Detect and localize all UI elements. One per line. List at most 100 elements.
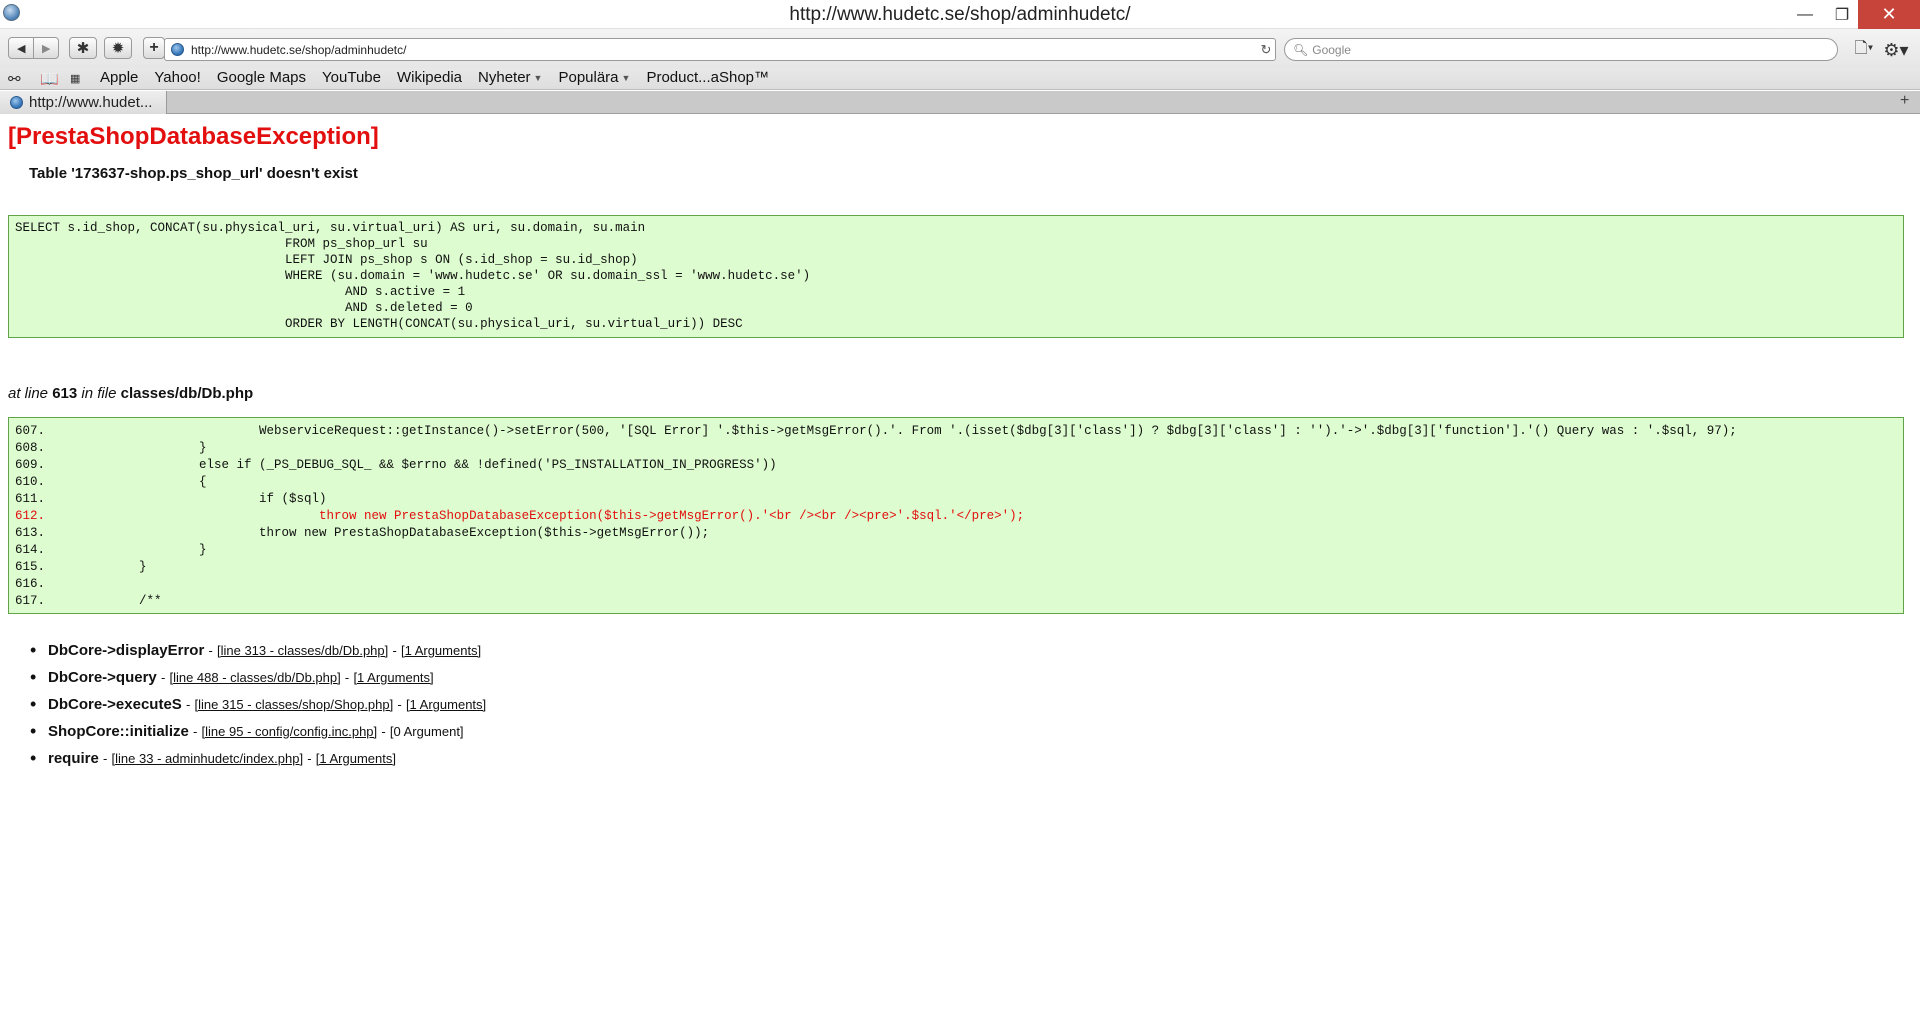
line-number: 608. [15, 441, 46, 455]
page-menu-button[interactable]: 🗋▾ [1851, 39, 1877, 61]
trace-location-link[interactable]: [line 313 - classes/db/Db.php] [217, 643, 388, 658]
trace-arguments-link[interactable]: [1 Arguments] [406, 697, 486, 712]
stack-trace: DbCore->displayError - [line 313 - class… [30, 640, 486, 777]
tab-active[interactable]: http://www.hudet... [0, 91, 167, 114]
bookmark-folder-nyheter[interactable]: Nyheter ▼ [478, 69, 542, 86]
trace-function: DbCore->displayError [48, 642, 205, 659]
back-button[interactable]: ◀ [9, 38, 33, 58]
code-line: 616. [15, 576, 1897, 593]
code-line: 615. } [15, 559, 1897, 576]
bookmark-prestashop[interactable]: Product...aShop™ [646, 69, 769, 86]
search-bar[interactable]: 🔍︎ [1284, 38, 1838, 61]
line-number: 612. [15, 509, 46, 523]
line-code: } [79, 543, 207, 557]
trace-function: DbCore->executeS [48, 696, 182, 713]
source-code-box: 607. WebserviceRequest::getInstance()->s… [8, 417, 1904, 614]
line-number: 611. [15, 492, 46, 506]
code-line: 610. { [15, 474, 1897, 491]
code-line: 614. } [15, 542, 1897, 559]
trace-location-link[interactable]: [line 95 - config/config.inc.php] [202, 724, 378, 739]
new-tab-button[interactable]: + [1900, 92, 1909, 110]
sql-query-box: SELECT s.id_shop, CONCAT(su.physical_uri… [8, 215, 1904, 338]
bookmarks-bar: ⚯ 📖 ▦ Apple Yahoo! Google Maps YouTube W… [0, 68, 1920, 90]
tab-label: http://www.hudet... [29, 94, 153, 111]
trace-arguments-link[interactable]: [1 Arguments] [353, 670, 433, 685]
trace-separator: - [344, 670, 350, 685]
extension-button[interactable]: ✹ [104, 37, 132, 59]
trace-item: DbCore->displayError - [line 313 - class… [30, 640, 486, 669]
bookmark-yahoo[interactable]: Yahoo! [154, 69, 200, 86]
tab-bar: http://www.hudet... + [0, 91, 1920, 114]
forward-button[interactable]: ▶ [33, 38, 58, 58]
bookmark-wikipedia[interactable]: Wikipedia [397, 69, 462, 86]
location-prefix: at line [8, 385, 49, 402]
window-titlebar: http://www.hudetc.se/shop/adminhudetc/ —… [0, 0, 1920, 29]
maximize-button[interactable]: ❐ [1822, 0, 1862, 29]
line-code: } [79, 560, 147, 574]
trace-function: ShopCore::initialize [48, 723, 189, 740]
bug-report-button[interactable]: ✱ [69, 37, 97, 59]
grid-icon[interactable]: ▦ [70, 72, 80, 85]
reload-icon[interactable]: ↻ [1257, 42, 1275, 58]
globe-icon [10, 96, 23, 109]
reading-list-icon[interactable]: ⚯ [8, 70, 21, 88]
trace-separator: - [392, 643, 397, 658]
line-code: WebserviceRequest::getInstance()->setErr… [79, 424, 1737, 438]
bookmark-apple[interactable]: Apple [100, 69, 138, 86]
search-input[interactable] [1312, 42, 1793, 57]
trace-function: require [48, 750, 99, 767]
line-number: 616. [15, 577, 46, 591]
search-icon[interactable]: 🔍︎ [1293, 43, 1308, 57]
line-code: throw new PrestaShopDatabaseException($t… [79, 509, 1025, 523]
bookmark-google-maps[interactable]: Google Maps [217, 69, 306, 86]
line-number: 613. [15, 526, 46, 540]
trace-separator: - [397, 697, 402, 712]
address-bar[interactable]: http://www.hudetc.se/shop/adminhudetc/ ↻ [164, 38, 1276, 61]
bookmark-items: Apple Yahoo! Google Maps YouTube Wikiped… [100, 69, 785, 86]
trace-separator: - [193, 724, 198, 739]
close-button[interactable]: ✕ [1858, 0, 1920, 29]
book-icon[interactable]: 📖 [40, 70, 59, 88]
extension-icon: ✹ [111, 40, 125, 57]
line-number: 607. [15, 424, 46, 438]
minimize-button[interactable]: — [1788, 0, 1822, 29]
page-content: [PrestaShopDatabaseException] Table '173… [0, 115, 1920, 1019]
line-code: throw new PrestaShopDatabaseException($t… [79, 526, 710, 540]
window-title: http://www.hudetc.se/shop/adminhudetc/ [789, 4, 1131, 25]
bookmark-youtube[interactable]: YouTube [322, 69, 381, 86]
address-text[interactable]: http://www.hudetc.se/shop/adminhudetc/ [191, 43, 1257, 57]
trace-item: DbCore->executeS - [line 315 - classes/s… [30, 694, 486, 723]
line-number: 617. [15, 594, 46, 608]
back-forward-group: ◀ ▶ [8, 37, 59, 59]
globe-icon [171, 43, 184, 56]
line-code: if ($sql) [79, 492, 327, 506]
trace-arguments-link[interactable]: [1 Arguments] [316, 751, 396, 766]
chevron-down-icon: ▼ [533, 73, 543, 84]
trace-location-link[interactable]: [line 315 - classes/shop/Shop.php] [195, 697, 394, 712]
code-line: 613. throw new PrestaShopDatabaseExcepti… [15, 525, 1897, 542]
exception-title: [PrestaShopDatabaseException] [8, 123, 379, 150]
trace-location-link[interactable]: [line 33 - adminhudetc/index.php] [112, 751, 304, 766]
gear-menu-button[interactable]: ⚙▾ [1881, 39, 1911, 61]
code-line-highlighted: 612. throw new PrestaShopDatabaseExcepti… [15, 508, 1897, 525]
line-code: { [79, 475, 207, 489]
add-bookmark-button[interactable]: + [143, 37, 165, 59]
trace-arguments: [0 Argument] [389, 724, 464, 739]
trace-location-link[interactable]: [line 488 - classes/db/Db.php] [169, 670, 340, 685]
bookmark-folder-populara[interactable]: Populära ▼ [558, 69, 630, 86]
trace-separator: - [185, 697, 191, 712]
line-number: 615. [15, 560, 46, 574]
exception-message: Table '173637-shop.ps_shop_url' doesn't … [29, 165, 358, 182]
trace-separator: - [208, 643, 213, 658]
location-middle: in file [81, 385, 117, 402]
location-line: 613 [52, 385, 78, 402]
line-number: 610. [15, 475, 46, 489]
code-line: 611. if ($sql) [15, 491, 1897, 508]
trace-separator: - [307, 751, 312, 766]
line-number: 609. [15, 458, 46, 472]
code-line: 608. } [15, 440, 1897, 457]
trace-separator: - [381, 724, 386, 739]
trace-arguments-link[interactable]: [1 Arguments] [401, 643, 481, 658]
code-line: 607. WebserviceRequest::getInstance()->s… [15, 423, 1897, 440]
location-file: classes/db/Db.php [120, 385, 254, 402]
